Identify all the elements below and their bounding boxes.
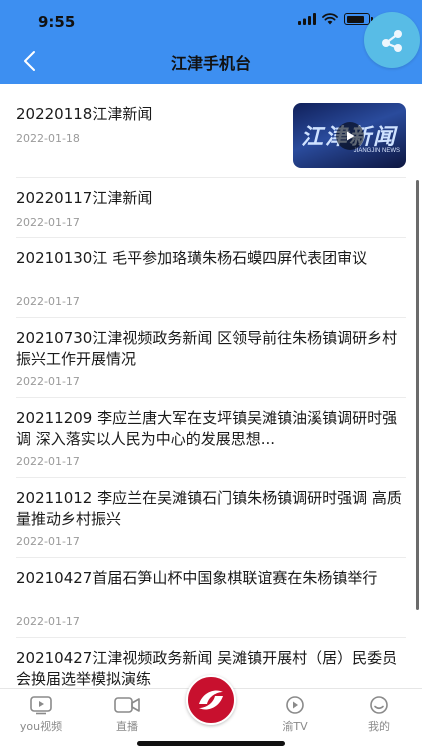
tab-label: 渝TV [282, 720, 308, 733]
news-title: 20210730江津视频政务新闻 区领导前往朱杨镇调研乡村振兴工作开展情况 [16, 329, 398, 368]
tab-label: you视频 [19, 720, 63, 733]
home-logo-button[interactable] [186, 675, 236, 725]
share-icon [382, 30, 402, 52]
tab-yu-tv[interactable]: 渝TV [260, 695, 330, 734]
play-button[interactable] [336, 122, 364, 150]
tab-label: 我的 [368, 720, 390, 733]
tab-you-video[interactable]: you视频 [6, 695, 76, 734]
status-time: 9:55 [38, 13, 76, 31]
news-date: 2022-01-17 [16, 615, 80, 628]
thumbnail-subtext: JIANGJIN NEWS [353, 148, 400, 154]
tab-label: 直播 [116, 720, 138, 733]
news-title: 20210427首届石笋山杯中国象棋联谊赛在朱杨镇举行 [16, 569, 378, 587]
battery-icon [344, 13, 373, 25]
camera-icon [114, 697, 140, 713]
news-item[interactable]: 20220118江津新闻 2022-01-18 江津新闻 JIANGJIN NE… [16, 84, 406, 178]
status-icons [298, 13, 373, 25]
news-item[interactable]: 20210730江津视频政务新闻 区领导前往朱杨镇调研乡村振兴工作开展情况 20… [16, 318, 406, 398]
tab-bar: you视频 直播 渝TV 我的 [0, 675, 422, 750]
share-button[interactable] [364, 12, 420, 68]
tab-live[interactable]: 直播 [92, 695, 162, 734]
news-title: 20211012 李应兰在吴滩镇石门镇朱杨镇调研时强调 高质量推动乡村振兴 [16, 489, 402, 528]
news-date: 2022-01-17 [16, 295, 80, 308]
news-item[interactable]: 20210427首届石笋山杯中国象棋联谊赛在朱杨镇举行 2022-01-17 [16, 558, 406, 638]
news-date: 2022-01-17 [16, 375, 80, 388]
tv-play-icon [286, 696, 304, 714]
header: 9:55 江津手机台 [0, 0, 422, 84]
news-item[interactable]: 20211012 李应兰在吴滩镇石门镇朱杨镇调研时强调 高质量推动乡村振兴 20… [16, 478, 406, 558]
news-item[interactable]: 20211209 李应兰唐大军在支坪镇吴滩镇油溪镇调研时强调 深入落实以人民为中… [16, 398, 406, 478]
home-indicator [137, 741, 285, 746]
news-date: 2022-01-18 [16, 132, 80, 145]
smiley-icon [370, 696, 388, 714]
play-icon [347, 131, 355, 141]
news-title: 20220117江津新闻 [16, 189, 153, 207]
news-date: 2022-01-17 [16, 455, 80, 468]
wifi-icon [322, 13, 338, 25]
news-item[interactable]: 20220117江津新闻 2022-01-17 [16, 178, 406, 238]
signal-icon [298, 13, 316, 25]
news-item[interactable]: 20210130江 毛平参加珞璜朱杨石蟆四屏代表团审议 2022-01-17 [16, 238, 406, 318]
news-date: 2022-01-17 [16, 216, 80, 229]
news-title: 20211209 李应兰唐大军在支坪镇吴滩镇油溪镇调研时强调 深入落实以人民为中… [16, 409, 398, 448]
news-title: 20220118江津新闻 [16, 105, 153, 123]
tab-mine[interactable]: 我的 [344, 695, 414, 734]
news-thumbnail[interactable]: 江津新闻 JIANGJIN NEWS [293, 103, 406, 168]
news-title: 20210130江 毛平参加珞璜朱杨石蟆四屏代表团审议 [16, 249, 368, 267]
news-list: 20220118江津新闻 2022-01-18 江津新闻 JIANGJIN NE… [0, 84, 422, 688]
scrollbar[interactable] [416, 180, 419, 610]
page-title: 江津手机台 [170, 54, 251, 73]
news-date: 2022-01-17 [16, 535, 80, 548]
logo-icon [199, 690, 223, 710]
video-play-icon [30, 696, 52, 715]
